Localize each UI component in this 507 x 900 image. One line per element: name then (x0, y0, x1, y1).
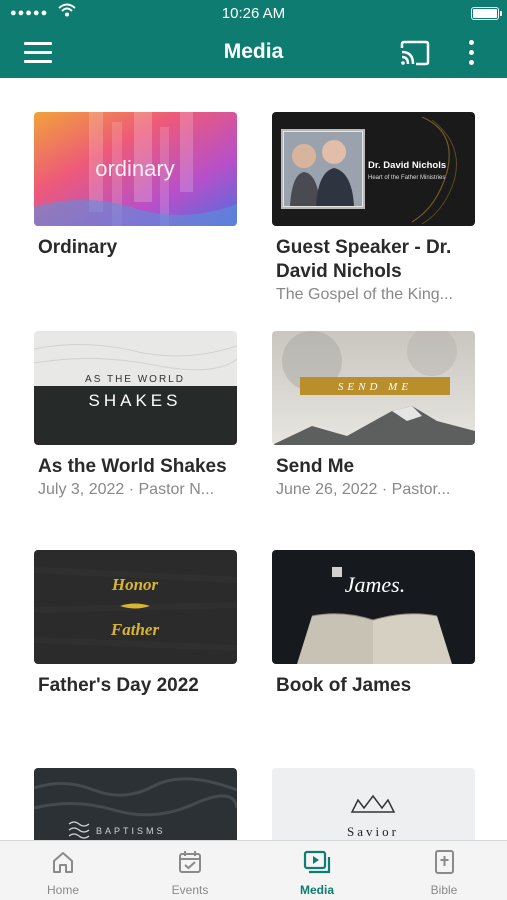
media-card-title: As the World Shakes (38, 456, 227, 477)
thumbnail-text: SEND ME (338, 381, 412, 393)
status-time: 10:26 AM (221, 5, 286, 22)
media-card-guest-speaker[interactable]: Dr. David Nichols Heart of the Father Mi… (272, 112, 475, 306)
media-thumbnail[interactable]: SEND ME (272, 331, 475, 445)
thumbnail-text: BAPTISMS (96, 826, 166, 836)
media-card-title: Send Me (276, 456, 355, 477)
cast-icon[interactable] (399, 40, 431, 66)
app-bar: Media (0, 28, 507, 78)
thumbnail-subtext: Father (110, 620, 160, 639)
bible-icon (431, 849, 457, 880)
media-thumbnail[interactable]: Honor Father (34, 550, 237, 664)
thumbnail-text: Dr. David Nichols (368, 160, 446, 171)
media-card-subtitle: July 3, 2022 · Pastor N... (38, 481, 215, 498)
calendar-icon (177, 849, 203, 880)
home-icon (50, 849, 76, 880)
media-card-baptisms[interactable]: BAPTISMS (34, 768, 237, 840)
media-thumbnail[interactable]: BAPTISMS (34, 768, 237, 840)
media-icon (303, 849, 331, 880)
thumbnail-subtext: AS THE WORLD (85, 374, 185, 385)
battery-icon (471, 7, 502, 20)
tab-label: Home (46, 883, 79, 897)
thumbnail-text: ordinary (95, 156, 174, 181)
media-card-savior[interactable]: Savior (272, 768, 475, 840)
media-card-title: Guest Speaker - Dr. David Nichols (276, 237, 452, 282)
media-thumbnail[interactable]: James. (272, 550, 475, 664)
tab-bible[interactable]: Bible (381, 841, 507, 900)
tab-media[interactable]: Media (254, 841, 380, 900)
tab-events[interactable]: Events (127, 841, 253, 900)
tab-label: Events (171, 883, 209, 897)
media-card-title: Ordinary (38, 237, 118, 258)
media-grid: ordinary Ordinary Dr. David Nichols Hear… (0, 78, 507, 840)
media-thumbnail[interactable]: Dr. David Nichols Heart of the Father Mi… (272, 112, 475, 226)
tab-bar: Home Events Media Bible (0, 840, 507, 900)
more-options-icon[interactable] (467, 40, 477, 66)
media-thumbnail[interactable]: ordinary (34, 112, 237, 226)
thumbnail-text: SHAKES (89, 391, 182, 410)
media-card-send-me[interactable]: SEND ME Send Me June 26, 2022 · Pastor..… (272, 331, 475, 501)
thumbnail-text: Honor (111, 575, 159, 594)
thumbnail-text: Savior (347, 824, 399, 839)
media-card-as-the-world-shakes[interactable]: AS THE WORLD SHAKES As the World Shakes … (34, 331, 237, 501)
media-card-book-of-james[interactable]: James. Book of James (272, 550, 475, 698)
media-card-title: Book of James (276, 675, 412, 696)
tab-label: Media (299, 883, 334, 897)
tab-home[interactable]: Home (0, 841, 126, 900)
media-card-ordinary[interactable]: ordinary Ordinary (34, 112, 237, 260)
media-card-subtitle: The Gospel of the King... (276, 286, 453, 303)
media-card-title: Father's Day 2022 (38, 675, 199, 696)
status-bar: ●●●●● 10:26 AM (0, 0, 507, 28)
tab-label: Bible (430, 883, 458, 897)
media-card-subtitle: June 26, 2022 · Pastor... (276, 481, 451, 498)
media-card-fathers-day[interactable]: Honor Father Father's Day 2022 (34, 550, 237, 698)
media-thumbnail[interactable]: AS THE WORLD SHAKES (34, 331, 237, 445)
media-thumbnail[interactable]: Savior (272, 768, 475, 840)
thumbnail-subtext: Heart of the Father Ministries (368, 175, 445, 181)
thumbnail-text: James. (345, 572, 405, 597)
